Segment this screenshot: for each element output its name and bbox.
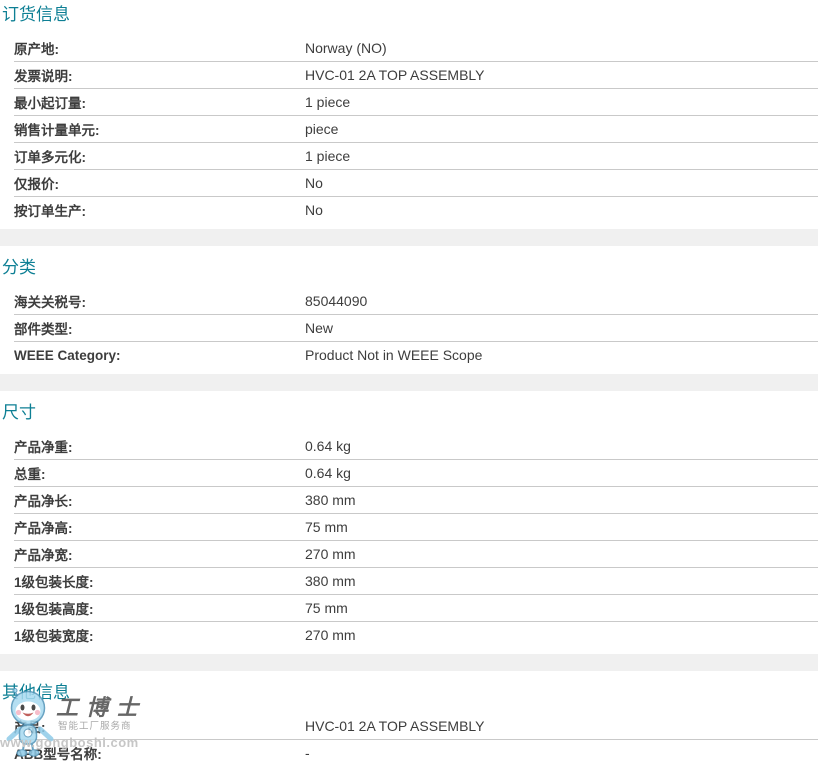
spec-value: HVC-01 2A TOP ASSEMBLY bbox=[305, 67, 485, 83]
spec-value: 270 mm bbox=[305, 546, 356, 562]
table-row: 最小起订量: 1 piece bbox=[14, 88, 818, 115]
spec-table-classification: 海关关税号: 85044090 部件类型: New WEEE Category:… bbox=[14, 287, 818, 368]
spec-value: piece bbox=[305, 121, 338, 137]
table-row: 产品净长: 380 mm bbox=[14, 486, 818, 513]
table-row: 产品净高: 75 mm bbox=[14, 513, 818, 540]
spec-value: No bbox=[305, 175, 323, 191]
table-row: 部件类型: New bbox=[14, 314, 818, 341]
spec-label: 销售计量单元: bbox=[14, 119, 305, 139]
spec-label: 1级包装长度: bbox=[14, 571, 305, 591]
spec-label: 最小起订量: bbox=[14, 92, 305, 112]
section-dimensions: 尺寸 产品净重: 0.64 kg 总重: 0.64 kg 产品净长: 380 m… bbox=[0, 404, 822, 648]
section-title-dimensions: 尺寸 bbox=[2, 404, 822, 422]
spec-label: 部件类型: bbox=[14, 318, 305, 338]
spec-value: 1 piece bbox=[305, 94, 350, 110]
spec-value: Product Not in WEEE Scope bbox=[305, 347, 482, 363]
spec-label: 按订单生产: bbox=[14, 200, 305, 220]
spec-label: 产品净重: bbox=[14, 436, 305, 456]
spec-value: HVC-01 2A TOP ASSEMBLY bbox=[305, 718, 485, 734]
section-classification: 分类 海关关税号: 85044090 部件类型: New WEEE Catego… bbox=[0, 259, 822, 368]
spec-label: 产品净宽: bbox=[14, 544, 305, 564]
table-row: 海关关税号: 85044090 bbox=[14, 287, 818, 314]
spec-label: 1级包装高度: bbox=[14, 598, 305, 618]
section-divider bbox=[0, 654, 818, 671]
table-row: WEEE Category: Product Not in WEEE Scope bbox=[14, 341, 818, 368]
spec-value: 1 piece bbox=[305, 148, 350, 164]
product-spec-page: 订货信息 原产地: Norway (NO) 发票说明: HVC-01 2A TO… bbox=[0, 0, 822, 766]
table-row: 1级包装高度: 75 mm bbox=[14, 594, 818, 621]
table-row: 1级包装长度: 380 mm bbox=[14, 567, 818, 594]
spec-label: 总重: bbox=[14, 463, 305, 483]
section-ordering-info: 订货信息 原产地: Norway (NO) 发票说明: HVC-01 2A TO… bbox=[0, 6, 822, 223]
table-row: 发票说明: HVC-01 2A TOP ASSEMBLY bbox=[14, 61, 818, 88]
section-divider bbox=[0, 229, 818, 246]
section-divider bbox=[0, 374, 818, 391]
spec-value: 85044090 bbox=[305, 293, 367, 309]
spec-label: 产品: bbox=[14, 716, 305, 736]
table-row: 产品: HVC-01 2A TOP ASSEMBLY bbox=[14, 712, 818, 739]
spec-value: No bbox=[305, 202, 323, 218]
table-row: 销售计量单元: piece bbox=[14, 115, 818, 142]
spec-label: WEEE Category: bbox=[14, 348, 305, 363]
section-title-other-info: 其他信息 bbox=[2, 684, 822, 702]
table-row: 原产地: Norway (NO) bbox=[14, 34, 818, 61]
spec-label: 原产地: bbox=[14, 38, 305, 58]
table-row: 按订单生产: No bbox=[14, 196, 818, 223]
spec-value: Norway (NO) bbox=[305, 40, 387, 56]
table-row: 产品净宽: 270 mm bbox=[14, 540, 818, 567]
spec-value: 380 mm bbox=[305, 492, 356, 508]
spec-value: 380 mm bbox=[305, 573, 356, 589]
spec-label: 产品净高: bbox=[14, 517, 305, 537]
table-row: 总重: 0.64 kg bbox=[14, 459, 818, 486]
table-row: 仅报价: No bbox=[14, 169, 818, 196]
table-row: 产品净重: 0.64 kg bbox=[14, 432, 818, 459]
spec-value: New bbox=[305, 320, 333, 336]
spec-table-dimensions: 产品净重: 0.64 kg 总重: 0.64 kg 产品净长: 380 mm 产… bbox=[14, 432, 818, 648]
spec-value: 75 mm bbox=[305, 519, 348, 535]
section-title-ordering-info: 订货信息 bbox=[2, 6, 822, 24]
spec-value: 75 mm bbox=[305, 600, 348, 616]
spec-value: 0.64 kg bbox=[305, 465, 351, 481]
table-row: ABB型号名称: - bbox=[14, 739, 818, 766]
spec-label: 产品净长: bbox=[14, 490, 305, 510]
spec-value: 270 mm bbox=[305, 627, 356, 643]
section-other-info: 其他信息 产品: HVC-01 2A TOP ASSEMBLY ABB型号名称:… bbox=[0, 684, 822, 766]
spec-label: 订单多元化: bbox=[14, 146, 305, 166]
spec-label: 海关关税号: bbox=[14, 291, 305, 311]
spec-table-other: 产品: HVC-01 2A TOP ASSEMBLY ABB型号名称: - bbox=[14, 712, 818, 766]
table-row: 订单多元化: 1 piece bbox=[14, 142, 818, 169]
table-row: 1级包装宽度: 270 mm bbox=[14, 621, 818, 648]
spec-table-ordering: 原产地: Norway (NO) 发票说明: HVC-01 2A TOP ASS… bbox=[14, 34, 818, 223]
spec-label: 发票说明: bbox=[14, 65, 305, 85]
spec-label: ABB型号名称: bbox=[14, 743, 305, 763]
spec-value: - bbox=[305, 745, 310, 761]
section-title-classification: 分类 bbox=[2, 259, 822, 277]
spec-label: 1级包装宽度: bbox=[14, 625, 305, 645]
spec-label: 仅报价: bbox=[14, 173, 305, 193]
spec-value: 0.64 kg bbox=[305, 438, 351, 454]
